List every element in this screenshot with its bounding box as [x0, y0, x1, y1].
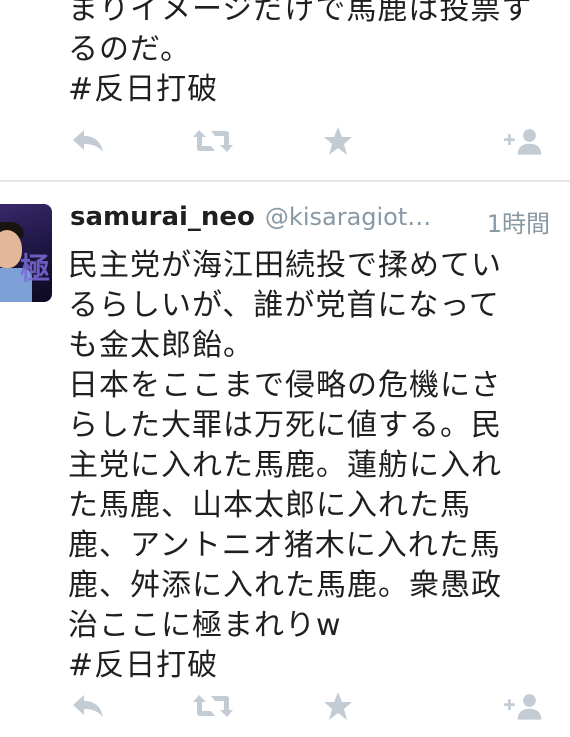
follow-button[interactable]	[504, 686, 544, 726]
tweet-header: samurai_neo @kisaragiot… 1時間	[70, 202, 550, 242]
tweet-timestamp: 1時間	[486, 210, 550, 238]
user-name[interactable]: samurai_neo	[70, 202, 255, 232]
favorite-icon	[324, 692, 352, 720]
tweet-top[interactable]: まりイメージだけで馬鹿は投票す るのだ。 #反日打破	[68, 0, 558, 110]
favorite-button[interactable]	[318, 121, 358, 161]
retweet-button[interactable]	[193, 121, 233, 161]
follow-icon	[504, 129, 542, 155]
retweet-icon	[193, 695, 233, 717]
tweet-main[interactable]: 民主党が海江田続投で揉めてい るらしいが、誰が党首になって も金太郎飴。 日本を…	[68, 246, 568, 686]
reply-button[interactable]	[68, 121, 108, 161]
reply-button[interactable]	[68, 686, 108, 726]
reply-icon	[73, 695, 103, 717]
retweet-button[interactable]	[193, 686, 233, 726]
tweet-top-actions	[68, 121, 558, 161]
retweet-icon	[193, 130, 233, 152]
timeline: まりイメージだけで馬鹿は投票す るのだ。 #反日打破 極 samurai_neo…	[0, 0, 570, 737]
user-handle[interactable]: @kisaragiot…	[265, 203, 455, 231]
avatar[interactable]: 極	[0, 204, 52, 302]
avatar-kanji: 極	[20, 252, 50, 287]
follow-button[interactable]	[504, 121, 544, 161]
tweet-main-actions	[68, 686, 558, 726]
favorite-button[interactable]	[318, 686, 358, 726]
tweet-text: まりイメージだけで馬鹿は投票す るのだ。 #反日打破	[68, 0, 533, 107]
tweet-text: 民主党が海江田続投で揉めてい るらしいが、誰が党首になって も金太郎飴。 日本を…	[68, 248, 502, 683]
follow-icon	[504, 694, 542, 720]
reply-icon	[73, 130, 103, 152]
tweet-divider	[0, 180, 570, 182]
favorite-icon	[324, 127, 352, 155]
